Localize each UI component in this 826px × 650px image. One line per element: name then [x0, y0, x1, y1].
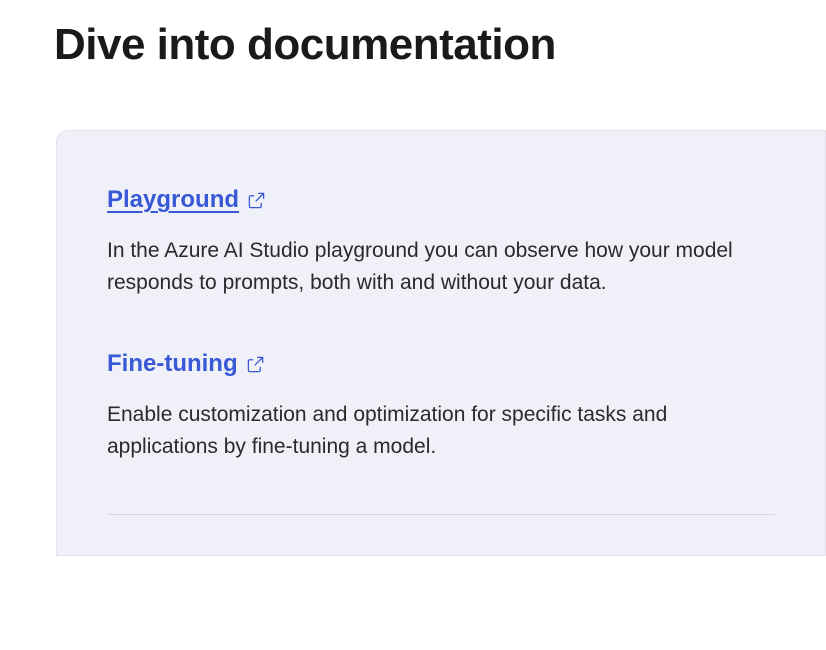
doc-item-fine-tuning: Fine-tuning Enable customization and opt… — [107, 350, 775, 464]
fine-tuning-link-text: Fine-tuning — [107, 350, 238, 379]
playground-link[interactable]: Playground — [107, 186, 266, 215]
page-container: Dive into documentation Playground In th… — [0, 20, 826, 556]
fine-tuning-description: Enable customization and optimization fo… — [107, 399, 767, 464]
section-divider — [107, 514, 775, 515]
playground-link-text: Playground — [107, 186, 239, 215]
documentation-card: Playground In the Azure AI Studio playgr… — [56, 130, 826, 556]
external-link-icon — [246, 355, 265, 374]
page-title: Dive into documentation — [54, 20, 826, 70]
external-link-icon — [247, 191, 266, 210]
playground-description: In the Azure AI Studio playground you ca… — [107, 235, 767, 300]
doc-item-playground: Playground In the Azure AI Studio playgr… — [107, 186, 775, 300]
fine-tuning-link[interactable]: Fine-tuning — [107, 350, 265, 379]
